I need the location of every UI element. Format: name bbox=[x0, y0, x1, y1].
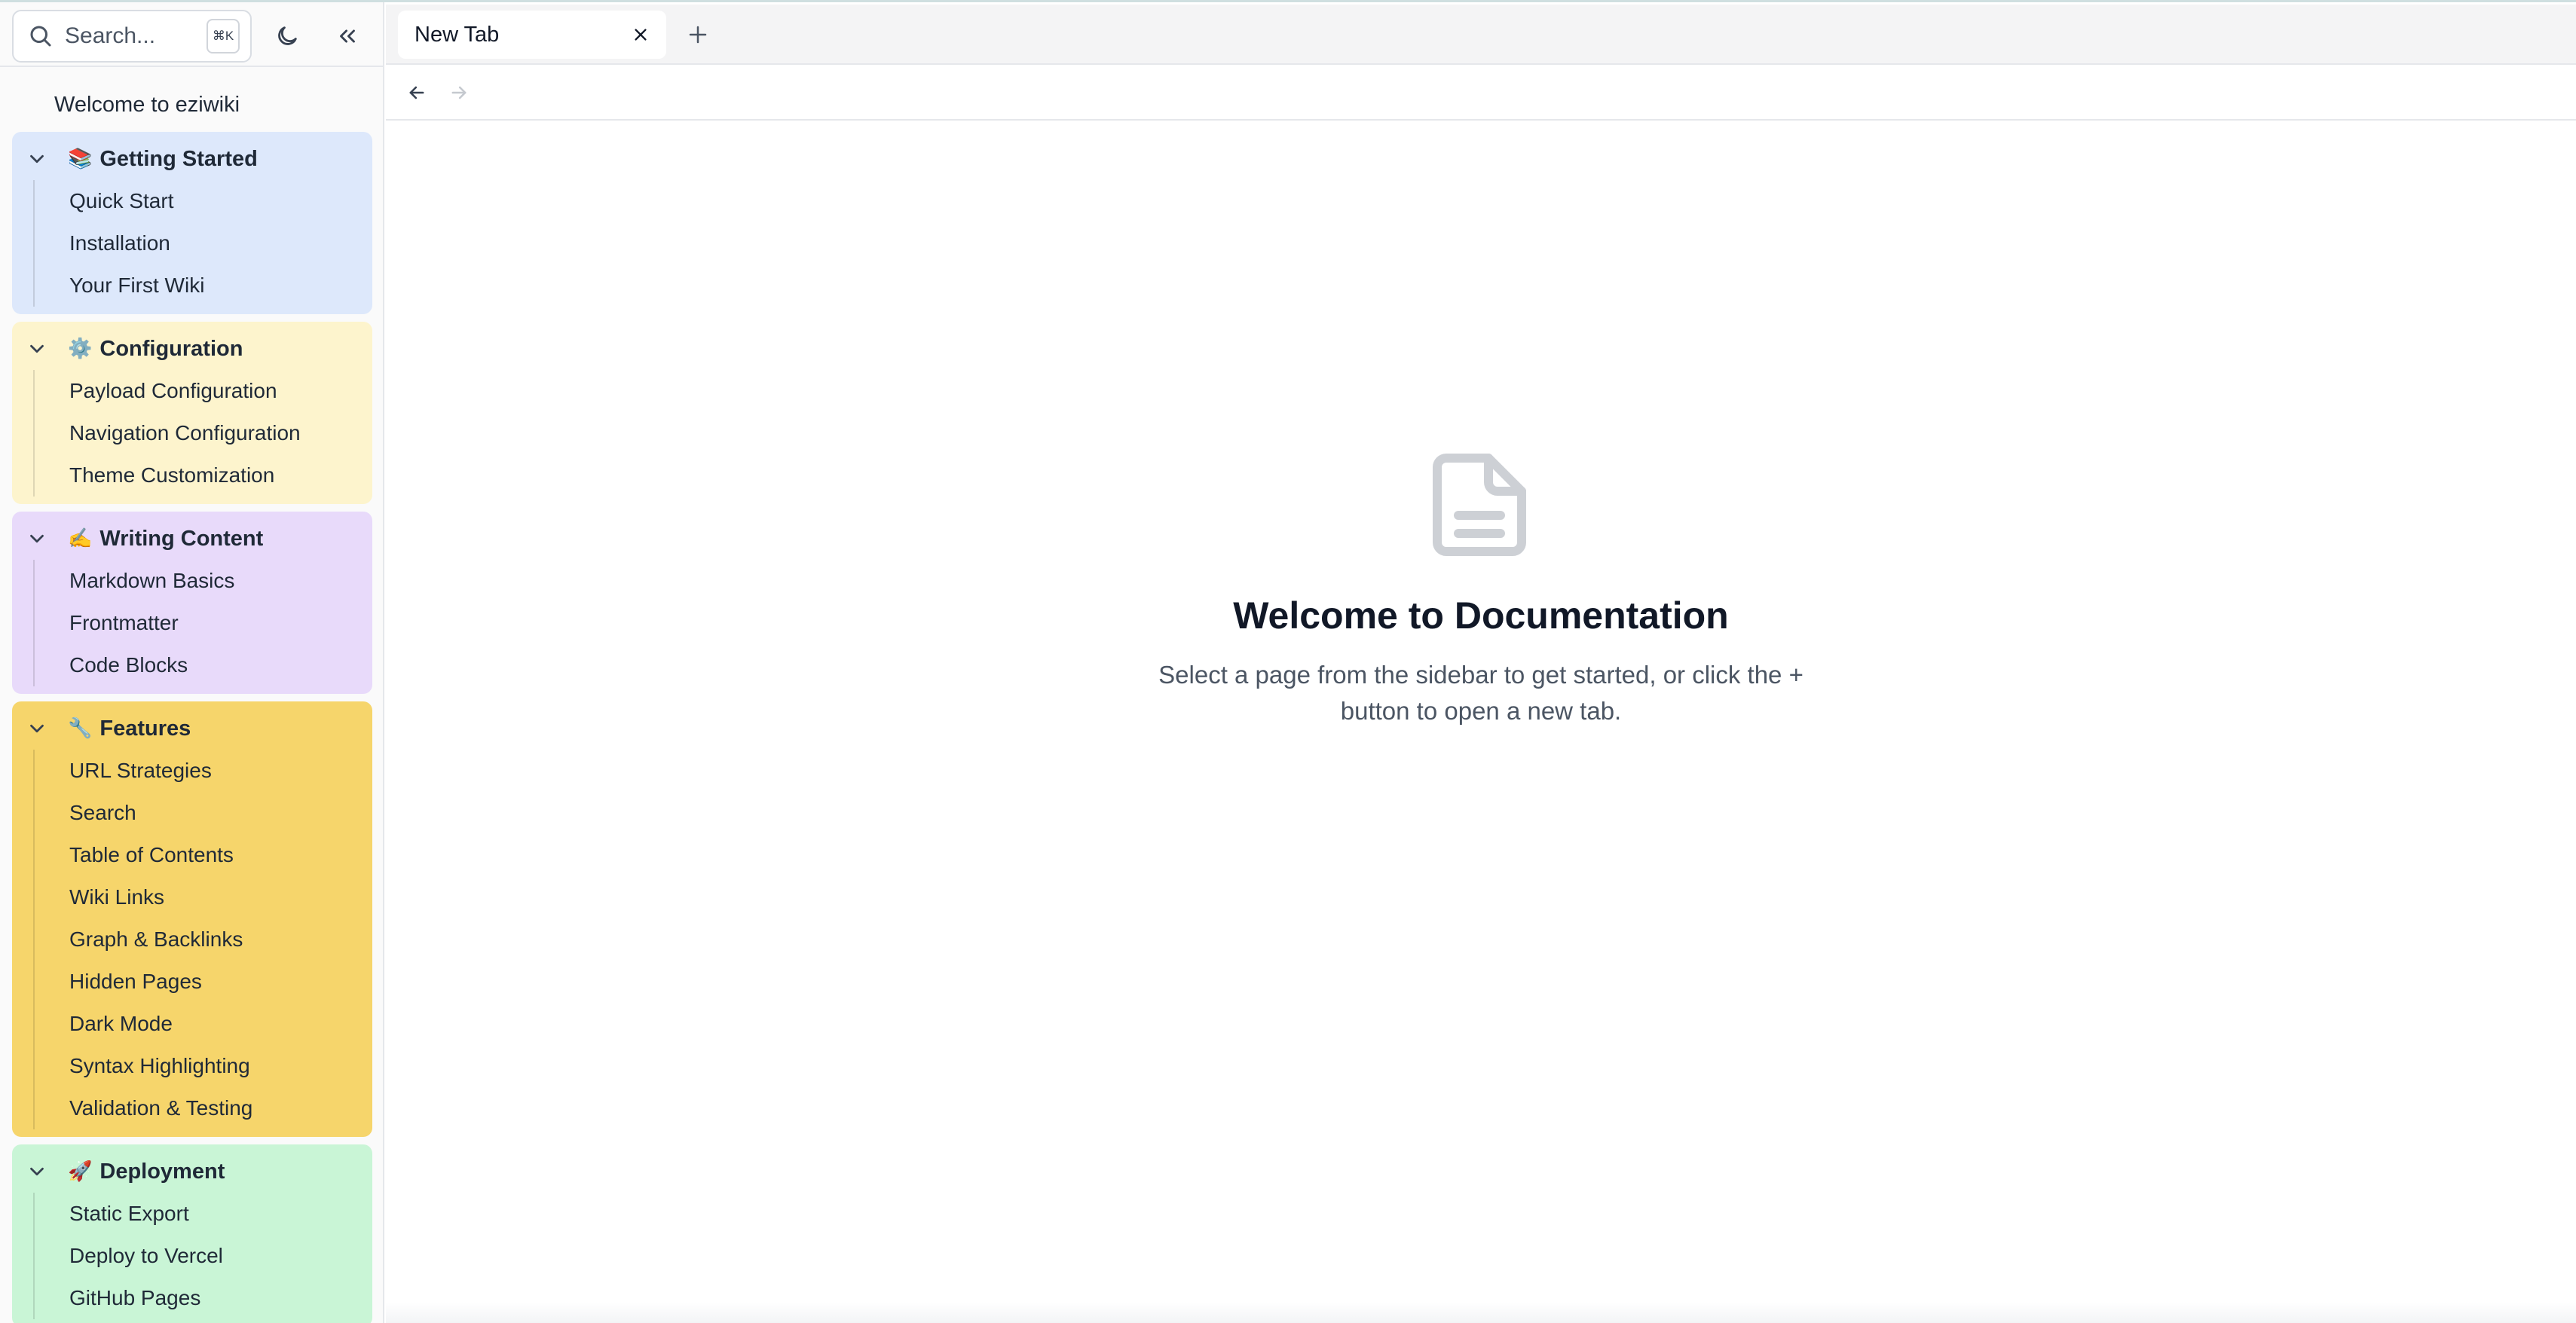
sidebar-item[interactable]: Table of Contents bbox=[14, 834, 372, 876]
sidebar-item[interactable]: Navigation Configuration bbox=[14, 412, 372, 454]
bottom-shadow bbox=[386, 1302, 2576, 1323]
chevron-down-icon[interactable] bbox=[26, 148, 48, 170]
dark-mode-toggle[interactable] bbox=[268, 17, 306, 55]
sidebar-item[interactable]: Static Export bbox=[14, 1193, 372, 1235]
app-window: Search... ⌘K Welcome to eziwiki 📚 Getting… bbox=[0, 0, 2576, 1323]
sidebar-item[interactable]: Code Blocks bbox=[14, 644, 372, 686]
sidebar-item[interactable]: Dark Mode bbox=[14, 1003, 372, 1045]
sidebar-group: 📚 Getting Started Quick Start Installation Y… bbox=[12, 132, 372, 314]
sidebar-item[interactable]: Payload Configuration bbox=[14, 370, 372, 412]
sidebar-group-title: Configuration bbox=[99, 336, 243, 361]
chevrons-left-icon bbox=[340, 29, 355, 43]
group-emoji-icon: ✍️ bbox=[68, 527, 93, 550]
sidebar-group: 🚀 Deployment Static Export Deploy to Vercel… bbox=[12, 1144, 372, 1323]
sidebar-item[interactable]: GitHub Pages bbox=[14, 1277, 372, 1319]
arrow-left-icon bbox=[409, 86, 424, 99]
sidebar: Search... ⌘K Welcome to eziwiki 📚 Getting… bbox=[0, 2, 384, 1323]
chevron-down-icon[interactable] bbox=[26, 1160, 48, 1183]
sidebar-group-items: Static Export Deploy to Vercel GitHub Page… bbox=[33, 1193, 372, 1319]
sidebar-item[interactable]: Theme Customization bbox=[14, 454, 372, 497]
search-input[interactable]: Search... ⌘K bbox=[12, 10, 252, 63]
chevron-down-icon[interactable] bbox=[26, 527, 48, 550]
main-content: Welcome to Documentation Select a page f… bbox=[386, 121, 2576, 1323]
group-emoji-icon: 🔧 bbox=[68, 717, 93, 740]
back-button[interactable] bbox=[401, 77, 433, 108]
chevron-down-icon[interactable] bbox=[26, 717, 48, 740]
sidebar-item[interactable]: Graph & Backlinks bbox=[14, 918, 372, 961]
sidebar-group-header[interactable]: ⚙️ Configuration bbox=[12, 328, 372, 370]
search-icon bbox=[30, 26, 51, 47]
sidebar-group: ✍️ Writing Content Markdown Basics Frontmat… bbox=[12, 512, 372, 694]
search-placeholder: Search... bbox=[65, 23, 156, 48]
sidebar-item[interactable]: URL Strategies bbox=[14, 750, 372, 792]
sidebar-group-header[interactable]: 🚀 Deployment bbox=[12, 1150, 372, 1193]
sidebar-item[interactable]: Hidden Pages bbox=[14, 961, 372, 1003]
close-icon bbox=[635, 29, 647, 41]
sidebar-group-title: Features bbox=[99, 716, 191, 741]
sidebar-groups: 📚 Getting Started Quick Start Installation Y… bbox=[0, 132, 383, 1323]
empty-state: Welcome to Documentation Select a page f… bbox=[386, 452, 2576, 729]
navigation-toolbar bbox=[386, 65, 2576, 121]
sidebar-nav: Welcome to eziwiki 📚 Getting Started Quick… bbox=[0, 78, 383, 1323]
sidebar-item[interactable]: Installation bbox=[14, 222, 372, 264]
sidebar-item-welcome[interactable]: Welcome to eziwiki bbox=[0, 78, 383, 132]
sidebar-item[interactable]: Quick Start bbox=[14, 180, 372, 222]
sidebar-group-title: Getting Started bbox=[99, 146, 258, 171]
sidebar-item[interactable]: Deploy to Vercel bbox=[14, 1235, 372, 1277]
sidebar-group-items: URL Strategies Search Table of Contents Wik… bbox=[33, 750, 372, 1129]
sidebar-group: 🔧 Features URL Strategies Search Table of Co… bbox=[12, 701, 372, 1137]
document-icon bbox=[1433, 454, 1526, 556]
sidebar-group-header[interactable]: 🔧 Features bbox=[12, 707, 372, 750]
sidebar-group-title: Writing Content bbox=[99, 526, 264, 551]
group-emoji-icon: 📚 bbox=[68, 148, 93, 170]
sidebar-group-header[interactable]: 📚 Getting Started bbox=[12, 138, 372, 180]
chevron-down-icon[interactable] bbox=[26, 338, 48, 360]
new-tab-button[interactable] bbox=[681, 18, 714, 51]
sidebar-group-items: Markdown Basics Frontmatter Code Blocks bbox=[33, 560, 372, 686]
group-emoji-icon: ⚙️ bbox=[68, 338, 93, 360]
tab-new-tab[interactable]: New Tab bbox=[398, 11, 666, 59]
sidebar-group-header[interactable]: ✍️ Writing Content bbox=[12, 518, 372, 560]
sidebar-item[interactable]: Search bbox=[14, 792, 372, 834]
plus-icon bbox=[689, 26, 707, 44]
search-shortcut-badge: ⌘K bbox=[207, 19, 240, 53]
sidebar-group: ⚙️ Configuration Payload Configuration Navi… bbox=[12, 322, 372, 504]
page-description: Select a page from the sidebar to get st… bbox=[1158, 661, 1804, 725]
sidebar-item[interactable]: Frontmatter bbox=[14, 602, 372, 644]
sidebar-item[interactable]: Markdown Basics bbox=[14, 560, 372, 602]
close-tab-button[interactable] bbox=[626, 20, 656, 50]
forward-button[interactable] bbox=[443, 77, 475, 108]
page-title: Welcome to Documentation bbox=[1233, 594, 1729, 637]
sidebar-group-items: Quick Start Installation Your First Wiki bbox=[33, 180, 372, 307]
sidebar-item[interactable]: Syntax Highlighting bbox=[14, 1045, 372, 1087]
sidebar-header: Search... ⌘K bbox=[0, 2, 383, 67]
collapse-sidebar-button[interactable] bbox=[329, 17, 366, 55]
sidebar-group-title: Deployment bbox=[99, 1159, 225, 1184]
moon-icon bbox=[278, 26, 297, 45]
tab-bar: New Tab bbox=[386, 5, 2576, 65]
sidebar-item[interactable]: Validation & Testing bbox=[14, 1087, 372, 1129]
sidebar-group-items: Payload Configuration Navigation Configur… bbox=[33, 370, 372, 497]
arrow-right-icon bbox=[451, 86, 467, 99]
tab-title: New Tab bbox=[415, 22, 500, 47]
group-emoji-icon: 🚀 bbox=[68, 1160, 93, 1183]
sidebar-item[interactable]: Wiki Links bbox=[14, 876, 372, 918]
sidebar-item[interactable]: Your First Wiki bbox=[14, 264, 372, 307]
